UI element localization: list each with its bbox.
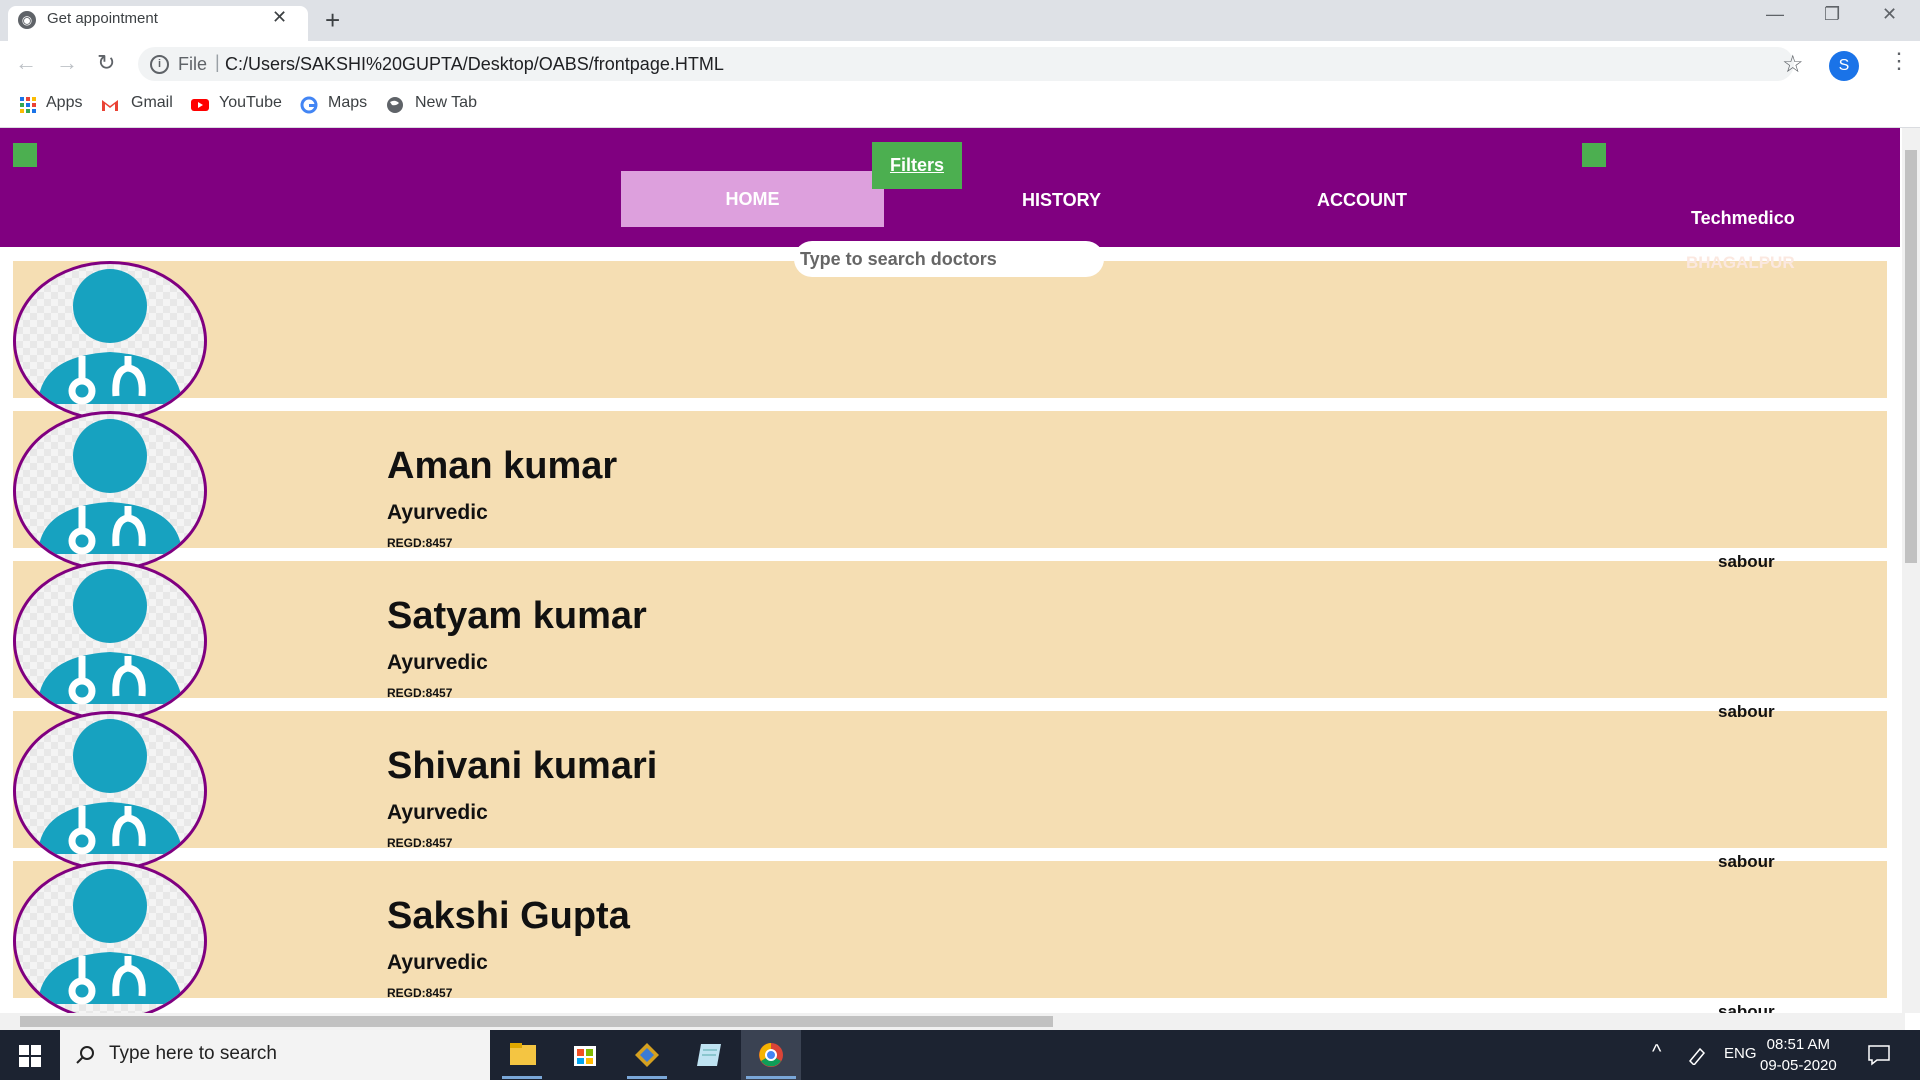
doctor-stethoscope-icon xyxy=(38,569,182,705)
bookmark-gmail[interactable]: Gmail xyxy=(131,94,173,112)
back-button[interactable]: ← xyxy=(15,50,37,76)
doctor-avatar[interactable] xyxy=(13,411,207,571)
doctor-specialty: Ayurvedic xyxy=(387,951,488,974)
taskbar-clock[interactable]: 08:51 AM 09-05-2020 xyxy=(1760,1034,1837,1076)
clock-date: 09-05-2020 xyxy=(1760,1057,1837,1074)
logo-square-left xyxy=(13,143,37,167)
doctor-regd: REGD:8457 xyxy=(387,536,453,550)
info-icon[interactable]: i xyxy=(150,55,169,74)
doctor-specialty: Ayurvedic xyxy=(387,651,488,674)
apps-grid-icon xyxy=(20,97,36,113)
doctor-name[interactable]: Satyam kumar xyxy=(387,595,647,638)
logo-square-right xyxy=(1582,143,1606,167)
brand-location: BHAGALPUR xyxy=(1686,253,1795,272)
chrome-icon xyxy=(746,1043,796,1079)
doctor-stethoscope-icon xyxy=(38,719,182,855)
brand-name: Techmedico xyxy=(1691,208,1795,228)
taskbar-search-placeholder[interactable]: Type here to search xyxy=(109,1043,277,1065)
tab-title: Get appointment xyxy=(47,10,158,27)
doctor-location: sabour xyxy=(1718,552,1775,571)
minimize-button[interactable]: — xyxy=(1766,4,1784,25)
doctor-name[interactable]: Aman kumar xyxy=(387,445,617,488)
notification-icon[interactable] xyxy=(1867,1044,1891,1066)
chrome-button[interactable] xyxy=(741,1030,801,1080)
forward-button[interactable]: → xyxy=(56,50,78,76)
store-button[interactable] xyxy=(555,1030,615,1080)
doctor-location: sabour xyxy=(1718,1002,1775,1013)
doctor-card[interactable] xyxy=(13,561,1887,698)
google-icon xyxy=(300,96,318,114)
reload-button[interactable]: ↻ xyxy=(97,50,115,76)
nav-account[interactable]: ACCOUNT xyxy=(1317,190,1407,211)
doctor-avatar[interactable] xyxy=(13,711,207,871)
youtube-icon xyxy=(191,99,209,111)
doctor-specialty: Ayurvedic xyxy=(387,501,488,524)
store-icon xyxy=(574,1046,596,1066)
doctor-location: sabour xyxy=(1718,702,1775,721)
menu-icon[interactable]: ⋮ xyxy=(1888,48,1910,74)
url-text[interactable]: C:/Users/SAKSHI%20GUPTA/Desktop/OABS/fro… xyxy=(225,54,724,75)
search-input[interactable] xyxy=(794,241,1104,277)
clock-time: 08:51 AM xyxy=(1766,1036,1831,1053)
doctor-location: sabour xyxy=(1718,852,1775,871)
globe-icon xyxy=(387,97,403,113)
bookmark-new-tab[interactable]: New Tab xyxy=(415,94,477,112)
doctor-avatar[interactable] xyxy=(13,261,207,421)
doctor-regd: REGD:8457 xyxy=(387,836,453,850)
omnibox-separator: | xyxy=(215,52,220,72)
doctor-avatar[interactable] xyxy=(13,861,207,1013)
doctor-name[interactable]: Shivani kumari xyxy=(387,745,657,788)
doctor-regd: REGD:8457 xyxy=(387,986,453,1000)
pen-icon[interactable] xyxy=(1686,1045,1708,1065)
notepad-button[interactable] xyxy=(679,1030,739,1080)
doctor-stethoscope-icon xyxy=(38,269,182,405)
doctor-stethoscope-icon xyxy=(38,419,182,555)
star-icon[interactable]: ☆ xyxy=(1782,50,1804,79)
notepad-icon xyxy=(697,1044,721,1066)
windows-start-icon[interactable] xyxy=(19,1045,41,1067)
doctor-card[interactable] xyxy=(13,411,1887,548)
bookmarks-bar xyxy=(0,87,1920,128)
horizontal-scroll-thumb[interactable] xyxy=(20,1016,1053,1027)
doctor-card[interactable] xyxy=(13,261,1887,398)
language-indicator[interactable]: ENG xyxy=(1724,1045,1757,1062)
doctor-specialty: Ayurvedic xyxy=(387,801,488,824)
page-viewport: HOME Filters HISTORY ACCOUNT Techmedico … xyxy=(0,128,1900,1013)
doctor-name[interactable]: Sakshi Gupta xyxy=(387,895,630,938)
gmail-icon xyxy=(102,100,118,111)
globe-icon: ◉ xyxy=(18,11,36,29)
nav-home[interactable]: HOME xyxy=(621,171,884,227)
file-explorer-icon xyxy=(502,1043,542,1079)
close-icon[interactable]: ✕ xyxy=(272,7,287,28)
profile-avatar[interactable]: S xyxy=(1829,51,1859,81)
doctor-avatar[interactable] xyxy=(13,561,207,721)
doctor-stethoscope-icon xyxy=(38,869,182,1005)
bookmark-youtube[interactable]: YouTube xyxy=(219,94,282,112)
window-close-button[interactable]: ✕ xyxy=(1882,4,1897,25)
search-icon xyxy=(76,1046,94,1064)
doctor-card[interactable] xyxy=(13,861,1887,998)
restore-button[interactable]: ❐ xyxy=(1824,4,1840,25)
chevron-up-icon[interactable]: ^ xyxy=(1652,1041,1661,1064)
file-label: File xyxy=(178,54,208,74)
new-tab-button[interactable]: + xyxy=(325,5,340,36)
app-button[interactable] xyxy=(617,1030,677,1080)
filters-button[interactable]: Filters xyxy=(872,142,962,189)
bookmark-maps[interactable]: Maps xyxy=(328,94,367,112)
vertical-scroll-thumb[interactable] xyxy=(1905,150,1917,563)
bookmark-apps[interactable]: Apps xyxy=(46,94,82,112)
nav-history[interactable]: HISTORY xyxy=(1022,190,1101,211)
app-icon xyxy=(627,1043,667,1079)
file-explorer-button[interactable] xyxy=(492,1030,552,1080)
doctor-regd: REGD:8457 xyxy=(387,686,453,700)
doctor-card[interactable] xyxy=(13,711,1887,848)
